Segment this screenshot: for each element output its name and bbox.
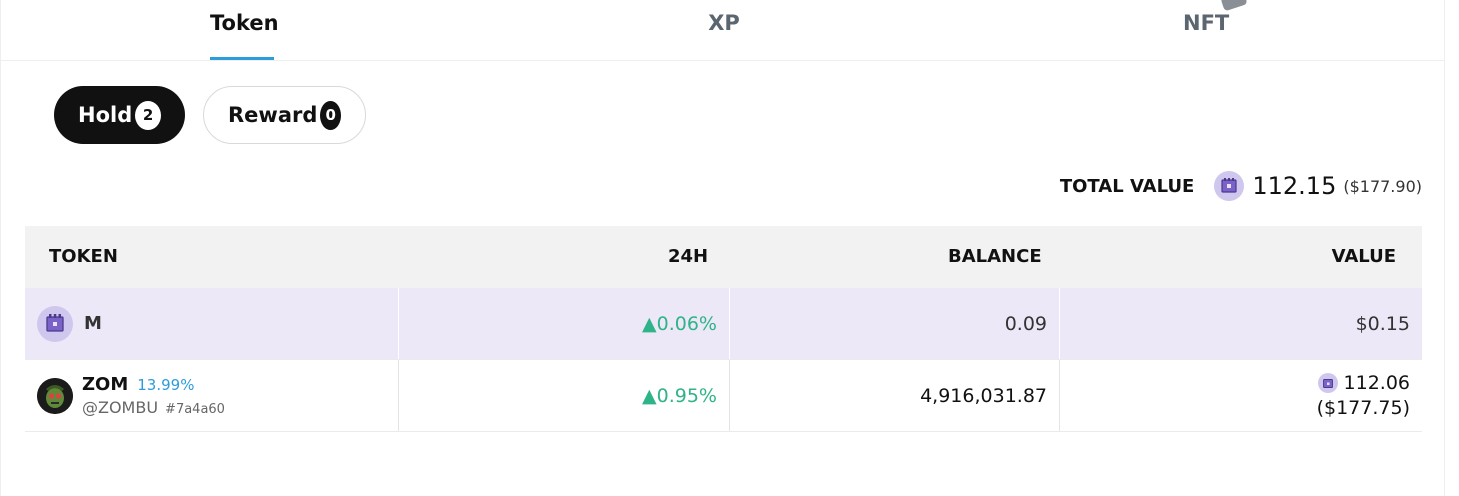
token-cell: ZOM 13.99% @ZOMBU #7a4a60 [25, 360, 399, 431]
balance-cell: 0.09 [730, 288, 1060, 359]
change-cell: ▲0.95% [399, 360, 730, 431]
token-handle[interactable]: @ZOMBU [82, 398, 158, 417]
tab-token[interactable]: Token [210, 0, 279, 60]
value-cell: 112.06 ($177.75) [1060, 360, 1422, 431]
token-coin-icon [1214, 171, 1245, 201]
token-info: ZOM 13.99% @ZOMBU #7a4a60 [82, 374, 225, 417]
token-cell: M [25, 288, 399, 359]
token-coin-icon [1317, 373, 1338, 393]
change-value: ▲0.06% [642, 312, 717, 335]
token-symbol: M [84, 313, 102, 334]
reward-count-badge: 0 [320, 100, 341, 130]
token-coin-icon [37, 305, 73, 342]
header-value: VALUE [1331, 246, 1396, 267]
change-value: ▲0.95% [642, 384, 717, 407]
table-header: TOKEN 24H BALANCE VALUE [25, 226, 1422, 288]
token-hash: #7a4a60 [165, 402, 225, 417]
zombie-avatar-icon [37, 377, 73, 414]
hold-label: Hold [78, 103, 133, 127]
value-amount: $0.15 [1355, 312, 1410, 335]
total-value: TOTAL VALUE 112.15 ($177.90) [1060, 170, 1422, 202]
table-row[interactable]: M ▲0.06% 0.09 $0.15 [25, 288, 1422, 360]
value-cell: $0.15 [1060, 288, 1422, 359]
total-value-usd: ($177.90) [1343, 176, 1422, 196]
total-value-label: TOTAL VALUE [1059, 175, 1195, 197]
balance-cell: 4,916,031.87 [730, 360, 1060, 431]
value-usd: ($177.75) [1316, 396, 1410, 419]
reward-filter-button[interactable]: Reward 0 [203, 86, 366, 144]
change-cell: ▲0.06% [399, 288, 730, 359]
table-row[interactable]: ZOM 13.99% @ZOMBU #7a4a60 ▲0.95% 4,916,0… [25, 360, 1422, 432]
tab-nft[interactable]: NFT [1183, 0, 1229, 60]
header-balance: BALANCE [948, 246, 1042, 267]
balance-value: 0.09 [1004, 312, 1047, 335]
header-24h: 24H [668, 246, 709, 267]
value-amount: 112.06 [1343, 371, 1410, 394]
total-value-amount: 112.15 [1252, 172, 1337, 200]
asset-tabs: Token XP NFT [0, 0, 1445, 61]
hold-count-badge: 2 [135, 100, 161, 130]
new-badge-icon [1220, 0, 1248, 12]
token-table: TOKEN 24H BALANCE VALUE M ▲0.06% 0.09 $0… [25, 226, 1422, 432]
reward-label: Reward [228, 103, 318, 127]
token-symbol[interactable]: ZOM [82, 374, 128, 395]
token-percent: 13.99% [137, 376, 195, 394]
balance-value: 4,916,031.87 [920, 384, 1047, 407]
header-token: TOKEN [49, 246, 118, 267]
hold-filter-button[interactable]: Hold 2 [54, 86, 185, 144]
tab-xp[interactable]: XP [706, 0, 742, 60]
